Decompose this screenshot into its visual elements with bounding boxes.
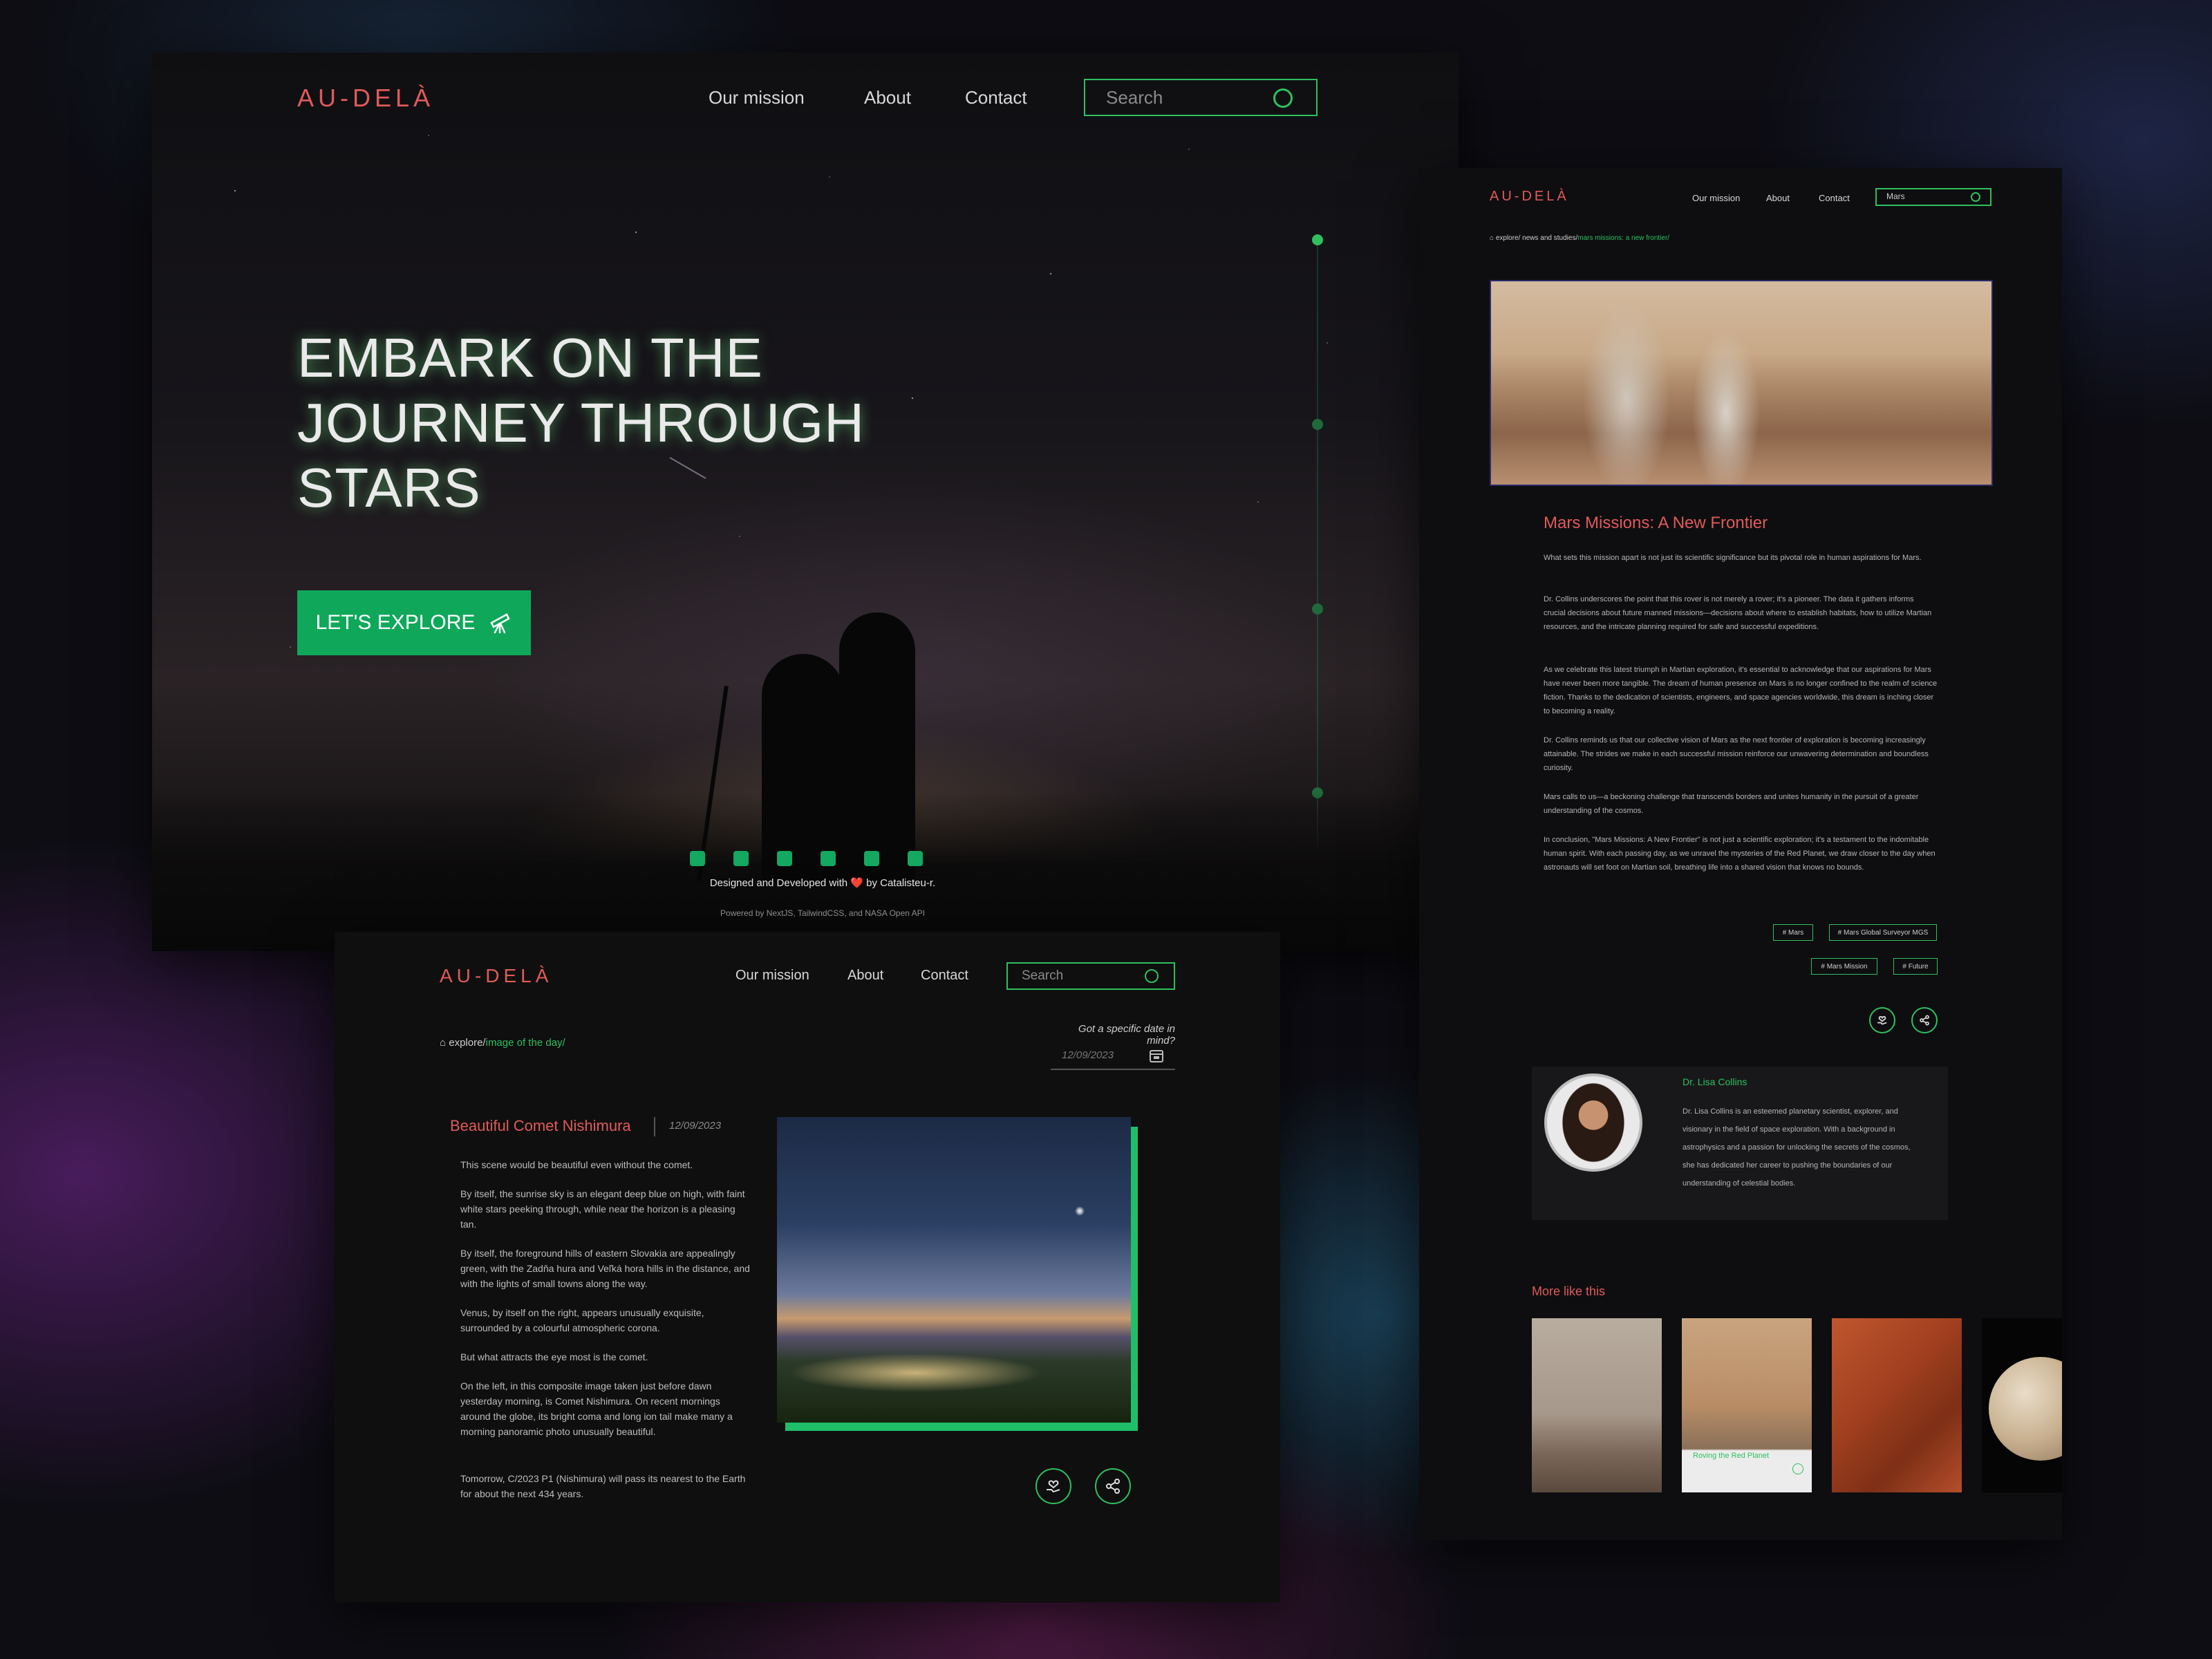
- instagram-icon[interactable]: [821, 851, 836, 866]
- post-paragraph: On the left, in this composite image tak…: [460, 1380, 733, 1437]
- nav-contact[interactable]: Contact: [921, 968, 968, 984]
- brand-logo[interactable]: AU-DELÀ: [440, 965, 552, 987]
- related-card[interactable]: Roving the Red Planet: [1682, 1318, 1812, 1492]
- post-paragraph: By itself, the foreground hills of easte…: [460, 1248, 750, 1289]
- breadcrumb-current: image of the day/: [485, 1037, 565, 1049]
- nav-our-mission[interactable]: Our mission: [709, 87, 805, 109]
- search-icon[interactable]: [1273, 88, 1293, 108]
- date-underline: [1051, 1069, 1175, 1070]
- article-paragraph: What sets this mission apart is not just…: [1544, 554, 1922, 562]
- heart-hand-icon: [1047, 1480, 1060, 1493]
- author-name[interactable]: Dr. Lisa Collins: [1683, 1076, 1747, 1087]
- nav-contact[interactable]: Contact: [965, 87, 1027, 109]
- dribbble-icon[interactable]: [777, 851, 792, 866]
- tag-chip[interactable]: # Future: [1893, 958, 1938, 975]
- like-button[interactable]: [1869, 1007, 1895, 1033]
- heart-hand-icon: [1877, 1015, 1887, 1025]
- author-avatar: [1544, 1074, 1642, 1172]
- title-divider: [654, 1117, 655, 1136]
- nav-our-mission[interactable]: Our mission: [735, 968, 809, 984]
- github-icon[interactable]: [733, 851, 749, 866]
- timeline-dot-active[interactable]: [1312, 234, 1323, 245]
- article-paragraph: In conclusion, "Mars Missions: A New Fro…: [1544, 836, 1936, 872]
- nav-about[interactable]: About: [1766, 193, 1790, 203]
- article-title: Mars Missions: A New Frontier: [1544, 514, 1768, 532]
- post-date: 12/09/2023: [669, 1120, 722, 1132]
- nav-about[interactable]: About: [847, 968, 883, 984]
- hero-page-frame: AU-DELÀ Our mission About Contact Search…: [152, 53, 1459, 951]
- footer-powered-by: Powered by NextJS, TailwindCSS, and NASA…: [720, 908, 925, 918]
- mars-planet: [1989, 1357, 2062, 1461]
- arrow-icon[interactable]: [1792, 1463, 1803, 1474]
- nav-about[interactable]: About: [864, 87, 911, 109]
- telescope-icon: [490, 613, 511, 634]
- post-paragraph: This scene would be beautiful even witho…: [460, 1159, 693, 1170]
- related-card[interactable]: [1832, 1318, 1962, 1492]
- like-button[interactable]: [1035, 1468, 1071, 1504]
- post-paragraph: But what attracts the eye most is the co…: [460, 1351, 648, 1362]
- search-input[interactable]: Search: [1084, 79, 1318, 116]
- timeline-track: [1317, 239, 1318, 847]
- breadcrumb-current: mars missions: a new frontier/: [1577, 234, 1670, 242]
- home-icon[interactable]: ⌂: [1490, 234, 1496, 242]
- linkedin-icon[interactable]: [690, 851, 705, 866]
- date-picker[interactable]: 12/09/2023: [1051, 1045, 1175, 1070]
- timeline-dot[interactable]: [1312, 603, 1323, 615]
- tumblr-icon[interactable]: [908, 851, 923, 866]
- author-card: Dr. Lisa Collins Dr. Lisa Collins is an …: [1532, 1067, 1948, 1220]
- nav-contact[interactable]: Contact: [1819, 193, 1850, 203]
- tag-chip[interactable]: # Mars Global Surveyor MGS: [1829, 924, 1937, 941]
- search-input[interactable]: Mars: [1875, 188, 1991, 206]
- search-placeholder: Search: [1106, 87, 1163, 108]
- brand-logo[interactable]: AU-DELÀ: [1490, 189, 1569, 205]
- article-paragraph: Dr. Collins reminds us that our collecti…: [1544, 736, 1929, 772]
- apod-photo[interactable]: [777, 1117, 1131, 1423]
- share-icon: [1106, 1479, 1120, 1494]
- timeline-dot[interactable]: [1312, 419, 1323, 430]
- post-paragraph: Tomorrow, C/2023 P1 (Nishimura) will pas…: [460, 1473, 746, 1499]
- share-button[interactable]: [1095, 1468, 1131, 1504]
- breadcrumb-root[interactable]: explore/ news and studies/: [1496, 234, 1577, 242]
- apod-page-frame: AU-DELÀ Our mission About Contact Search…: [335, 932, 1280, 1602]
- related-card[interactable]: [1982, 1318, 2062, 1492]
- breadcrumb-root[interactable]: explore/: [449, 1037, 485, 1049]
- twitter-icon[interactable]: [864, 851, 879, 866]
- breadcrumb: ⌂ explore/image of the day/: [440, 1037, 565, 1049]
- home-icon[interactable]: ⌂: [440, 1037, 449, 1049]
- person-silhouette: [762, 654, 845, 882]
- calendar-icon[interactable]: [1149, 1048, 1164, 1063]
- search-icon[interactable]: [1145, 969, 1159, 983]
- nav-our-mission[interactable]: Our mission: [1692, 193, 1740, 203]
- more-like-this-title: More like this: [1532, 1284, 1606, 1298]
- post-paragraph: By itself, the sunrise sky is an elegant…: [460, 1188, 745, 1230]
- person-silhouette: [839, 612, 915, 882]
- article-paragraph: As we celebrate this latest triumph in M…: [1544, 666, 1938, 715]
- post-title: Beautiful Comet Nishimura: [450, 1117, 631, 1134]
- search-icon[interactable]: [1971, 192, 1980, 202]
- author-bio: Dr. Lisa Collins is an esteemed planetar…: [1683, 1107, 1911, 1188]
- breadcrumb: ⌂ explore/ news and studies/mars mission…: [1490, 234, 1669, 242]
- date-prompt: Got a specific date in mind?: [1078, 1023, 1175, 1047]
- footer-credit: Designed and Developed with ❤️ by Catali…: [709, 877, 936, 889]
- article-paragraph: Mars calls to us—a beckoning challenge t…: [1544, 793, 1919, 815]
- search-value: Mars: [1886, 191, 1905, 201]
- hero-title: EMBARK ON THE JOURNEY THROUGH STARS: [297, 327, 865, 518]
- search-input[interactable]: Search: [1006, 962, 1175, 990]
- share-button[interactable]: [1911, 1007, 1938, 1033]
- share-icon: [1920, 1015, 1929, 1026]
- search-placeholder: Search: [1022, 968, 1064, 983]
- post-paragraph: Venus, by itself on the right, appears u…: [460, 1307, 704, 1333]
- article-hero-image[interactable]: [1490, 280, 1993, 486]
- article-paragraph: Dr. Collins underscores the point that t…: [1544, 595, 1932, 631]
- brand-logo[interactable]: AU-DELÀ: [297, 84, 434, 113]
- related-card-caption: Roving the Red Planet: [1693, 1452, 1770, 1460]
- tag-chip[interactable]: # Mars Mission: [1811, 958, 1877, 975]
- related-card[interactable]: [1532, 1318, 1662, 1492]
- article-page-frame: AU-DELÀ Our mission About Contact Mars ⌂…: [1419, 168, 2062, 1540]
- explore-button-label: LET'S EXPLORE: [315, 611, 476, 634]
- tag-chip[interactable]: # Mars: [1773, 924, 1813, 941]
- date-value: 12/09/2023: [1062, 1049, 1114, 1061]
- explore-button[interactable]: LET'S EXPLORE: [297, 590, 531, 655]
